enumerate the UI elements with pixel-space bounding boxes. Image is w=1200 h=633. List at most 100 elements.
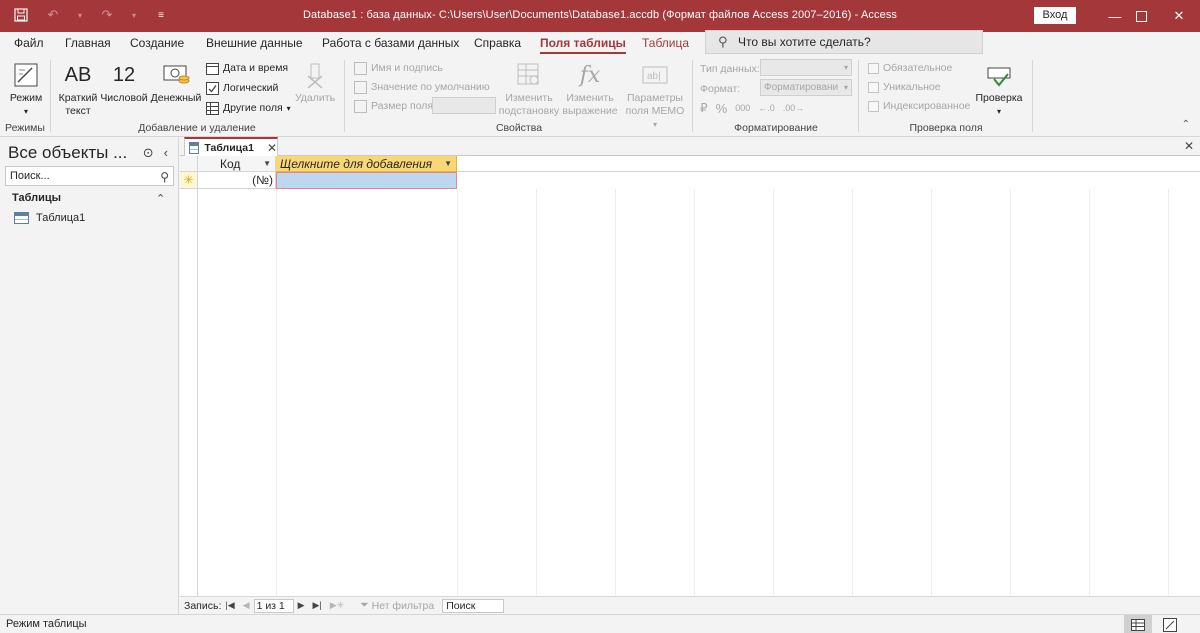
- click-to-add-header[interactable]: Щелкните для добавления ▼: [276, 156, 457, 172]
- memo-icon: ab|: [642, 60, 668, 90]
- delete-field-button[interactable]: Удалить: [292, 60, 338, 105]
- filter-indicator[interactable]: ⏷ Нет фильтра: [360, 599, 434, 612]
- table-icon: [189, 141, 200, 154]
- divider: [692, 60, 693, 132]
- nav-search-input[interactable]: Поиск... ⚲: [5, 166, 174, 186]
- required-checkbox[interactable]: Обязательное: [868, 60, 952, 76]
- checkbox-icon: [868, 81, 879, 93]
- increase-decimals-icon[interactable]: ←.0: [758, 103, 775, 113]
- new-record-icon[interactable]: ▶✳: [330, 600, 344, 611]
- currency-format-icon[interactable]: ₽: [700, 101, 708, 115]
- nav-item-label: Таблица1: [36, 212, 86, 224]
- view-button[interactable]: Режим ▾: [6, 60, 46, 118]
- grid-line: [536, 189, 537, 596]
- field-size-input[interactable]: [432, 97, 496, 114]
- current-record-input[interactable]: 1 из 1: [253, 598, 294, 613]
- function-icon: fx: [579, 62, 601, 88]
- row-selector-column: [180, 156, 198, 596]
- checkbox-icon: [206, 81, 219, 95]
- grid-line: [773, 189, 774, 596]
- tab-database-tools[interactable]: Работа с базами данных: [322, 36, 459, 50]
- short-text-label: Краткий текст: [58, 92, 98, 117]
- data-type-select[interactable]: ▾: [760, 59, 852, 76]
- chevron-down-icon[interactable]: ▼: [444, 159, 452, 168]
- previous-record-icon[interactable]: ◀: [243, 600, 250, 611]
- first-record-icon[interactable]: |◀: [225, 600, 234, 611]
- chevron-down-icon: ▾: [843, 63, 848, 72]
- tab-external-data[interactable]: Внешние данные: [206, 36, 303, 50]
- modify-expression-label: Изменить выражение: [562, 92, 618, 117]
- number-button[interactable]: 12 Числовой: [100, 60, 148, 105]
- tab-create[interactable]: Создание: [130, 36, 184, 50]
- design-view-icon[interactable]: [1156, 615, 1184, 633]
- unique-label: Уникальное: [883, 81, 941, 93]
- new-row-add-cell[interactable]: [276, 172, 457, 189]
- unique-checkbox[interactable]: Уникальное: [868, 79, 941, 95]
- datetime-button[interactable]: Дата и время: [206, 60, 288, 76]
- tell-me-box[interactable]: ⚲ Что вы хотите сделать?: [705, 30, 983, 54]
- nav-item-table1[interactable]: Таблица1: [14, 212, 85, 224]
- memo-settings-label: Параметры поля MEMO: [625, 92, 685, 117]
- field-size-icon: [354, 99, 367, 113]
- close-icon[interactable]: ✕: [1156, 0, 1200, 32]
- logical-button[interactable]: Логический: [206, 80, 278, 96]
- tab-table-fields[interactable]: Поля таблицы: [540, 36, 626, 54]
- thousands-format-button[interactable]: 000: [735, 103, 750, 113]
- short-text-button[interactable]: AB Краткий текст: [58, 60, 98, 118]
- delete-column-icon: [304, 60, 326, 90]
- grid-line: [852, 189, 853, 596]
- next-record-icon[interactable]: ▶: [298, 600, 305, 611]
- nav-pane-title[interactable]: Все объекты ...: [8, 143, 127, 163]
- format-select[interactable]: Форматировани ▾: [760, 79, 852, 96]
- chevron-up-icon[interactable]: ⌃: [156, 192, 165, 205]
- nav-menu-icon[interactable]: ⊙: [143, 145, 154, 161]
- name-caption-label: Имя и подпись: [371, 62, 443, 74]
- decrease-decimals-icon[interactable]: .00→: [783, 103, 805, 113]
- validation-button[interactable]: Проверка ▾: [972, 60, 1026, 118]
- signin-button[interactable]: Вход: [1034, 7, 1076, 24]
- grid-line: [615, 189, 616, 596]
- table-icon: [14, 212, 29, 224]
- chevron-down-icon[interactable]: ▼: [263, 159, 271, 168]
- new-row-id-cell[interactable]: (№): [198, 172, 276, 189]
- modify-lookups-button[interactable]: Изменить подстановку: [498, 60, 560, 118]
- document-tab-table1[interactable]: Таблица1 ✕: [184, 137, 278, 156]
- tab-home[interactable]: Главная: [65, 36, 111, 50]
- column-header-id[interactable]: Код ▼: [198, 156, 276, 172]
- data-type-label: Тип данных:: [700, 63, 760, 75]
- validation-label: Проверка: [975, 92, 1023, 104]
- tab-file[interactable]: Файл: [14, 36, 44, 50]
- name-caption-button[interactable]: Имя и подпись: [354, 60, 443, 76]
- close-tab-icon[interactable]: ✕: [267, 141, 277, 155]
- other-fields-button[interactable]: Другие поля ▾: [206, 100, 291, 116]
- tell-me-placeholder: Что вы хотите сделать?: [738, 35, 871, 49]
- chevron-down-icon: ▾: [843, 83, 848, 92]
- close-document-icon[interactable]: ✕: [1184, 139, 1194, 153]
- filter-icon: ⏷: [360, 599, 369, 611]
- column-header-label: Щелкните для добавления: [280, 157, 433, 171]
- number-format-buttons: ₽ % 000 ←.0 .00→: [700, 100, 804, 116]
- record-search-input[interactable]: Поиск: [442, 598, 505, 613]
- indexed-checkbox[interactable]: Индексированное: [868, 98, 970, 114]
- percent-format-button[interactable]: %: [716, 101, 728, 116]
- last-record-icon[interactable]: ▶|: [312, 600, 321, 611]
- group-properties-label: Свойства: [495, 122, 543, 134]
- modify-expression-button[interactable]: fx Изменить выражение: [560, 60, 620, 118]
- search-icon: ⚲: [718, 34, 728, 49]
- nav-group-tables[interactable]: Таблицы: [12, 192, 61, 204]
- tab-table[interactable]: Таблица: [642, 36, 689, 50]
- tab-help[interactable]: Справка: [474, 36, 521, 50]
- record-navigator: Запись: |◀ ◀ 1 из 1 ▶ ▶| ▶✳ ⏷ Нет фильтр…: [180, 596, 1200, 614]
- memo-settings-button[interactable]: ab| Параметры поля MEMO ▾: [622, 60, 688, 131]
- collapse-ribbon-icon[interactable]: ⌃: [1182, 119, 1190, 130]
- datasheet-view-icon[interactable]: [1124, 615, 1152, 633]
- new-record-marker-icon[interactable]: ✳: [180, 172, 198, 189]
- grid-line: [1089, 189, 1090, 596]
- collapse-pane-icon[interactable]: ‹: [164, 145, 168, 161]
- default-value-button[interactable]: Значение по умолчанию: [354, 79, 490, 95]
- document-area: Таблица1 ✕ ✕ Код ▼ Щелкните для добавлен…: [180, 137, 1200, 614]
- select-all-corner[interactable]: [180, 156, 198, 172]
- short-text-icon: AB: [64, 63, 92, 86]
- currency-button[interactable]: Денежный: [150, 60, 202, 105]
- chevron-down-icon: ▾: [23, 107, 28, 116]
